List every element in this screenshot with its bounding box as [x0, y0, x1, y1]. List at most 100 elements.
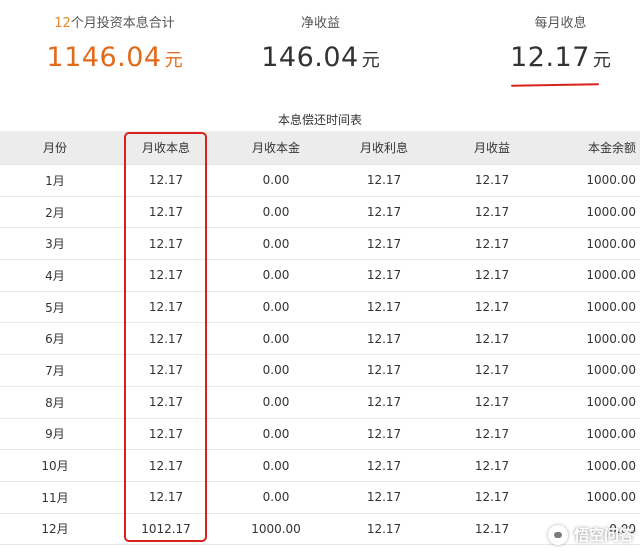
cell-principal: 0.00 [222, 386, 330, 419]
cell-month: 11月 [0, 481, 110, 514]
cell-month: 5月 [0, 291, 110, 324]
cell-income: 12.17 [438, 291, 546, 324]
table-row: 11月 12.17 0.00 12.17 12.17 1000.00 [0, 481, 640, 514]
cell-income: 12.17 [438, 449, 546, 482]
net-income-amount: 146.04 [261, 42, 359, 73]
cell-interest: 12.17 [330, 291, 438, 324]
cell-income: 12.17 [438, 354, 546, 387]
cell-month: 7月 [0, 354, 110, 387]
speech-bubble-icon [547, 524, 568, 545]
cell-principal: 0.00 [222, 164, 330, 197]
total-unit: 元 [164, 50, 183, 71]
net-income-summary: 净收益 146.04 元 [248, 14, 393, 73]
cell-interest: 12.17 [330, 196, 438, 229]
cell-income: 12.17 [438, 481, 546, 514]
cell-month: 1月 [0, 164, 110, 197]
cell-balance: 1000.00 [546, 449, 640, 482]
net-income-label: 净收益 [300, 16, 340, 31]
annotation-underline [510, 83, 600, 87]
cell-interest: 12.17 [330, 449, 438, 482]
monthly-interest-label: 每月收息 [534, 16, 587, 31]
total-label-months: 12 [54, 16, 71, 31]
cell-balance: 1000.00 [546, 164, 640, 197]
cell-principal: 0.00 [222, 354, 330, 387]
annotation-highlight-box [124, 132, 207, 542]
header-monthly-income: 月收益 [438, 131, 546, 165]
cell-income: 12.17 [438, 196, 546, 229]
table-row: 1月 12.17 0.00 12.17 12.17 1000.00 [0, 164, 640, 197]
cell-principal: 0.00 [222, 291, 330, 324]
cell-interest: 12.17 [330, 386, 438, 419]
cell-balance: 1000.00 [546, 386, 640, 419]
table-row: 5月 12.17 0.00 12.17 12.17 1000.00 [0, 291, 640, 324]
table-row: 10月 12.17 0.00 12.17 12.17 1000.00 [0, 449, 640, 482]
net-income-value: 146.04 元 [248, 42, 393, 73]
cell-income: 12.17 [438, 386, 546, 419]
cell-interest: 12.17 [330, 164, 438, 197]
table-header-row: 月份 月收本息 月收本金 月收利息 月收益 本金余额 [0, 131, 640, 165]
cell-interest: 12.17 [330, 513, 438, 546]
cell-balance: 1000.00 [546, 291, 640, 324]
schedule-title: 本息偿还时间表 [277, 113, 362, 127]
cell-principal: 1000.00 [222, 513, 330, 546]
cell-month: 9月 [0, 418, 110, 451]
cell-principal: 0.00 [222, 196, 330, 229]
table-row: 9月 12.17 0.00 12.17 12.17 1000.00 [0, 418, 640, 451]
header-monthly-interest: 月收利息 [330, 131, 438, 165]
cell-principal: 0.00 [222, 259, 330, 292]
header-principal-balance: 本金余额 [546, 131, 640, 165]
cell-income: 12.17 [438, 513, 546, 546]
table-row: 12月 1012.17 1000.00 12.17 12.17 0.00 [0, 513, 640, 546]
watermark-text: 悟空问答 [573, 526, 634, 544]
table-row: 2月 12.17 0.00 12.17 12.17 1000.00 [0, 196, 640, 229]
cell-principal: 0.00 [222, 481, 330, 514]
cell-month: 2月 [0, 196, 110, 229]
watermark: 悟空问答 [547, 524, 634, 545]
cell-interest: 12.17 [330, 322, 438, 356]
cell-income: 12.17 [438, 418, 546, 451]
cell-month: 8月 [0, 386, 110, 419]
summary-panel: 12个月投资本息合计 1146.04 元 净收益 146.04 元 每月收息 12.… [0, 0, 640, 108]
cell-month: 6月 [0, 322, 110, 356]
cell-interest: 12.17 [330, 418, 438, 451]
cell-income: 12.17 [438, 259, 546, 292]
cell-balance: 1000.00 [546, 259, 640, 292]
table-row: 3月 12.17 0.00 12.17 12.17 1000.00 [0, 227, 640, 261]
net-income-unit: 元 [361, 50, 380, 71]
cell-interest: 12.17 [330, 354, 438, 387]
cell-principal: 0.00 [222, 418, 330, 451]
cell-income: 12.17 [438, 322, 546, 356]
total-label: 12个月投资本息合计 [42, 14, 187, 34]
monthly-interest-value: 12.17 元 [488, 42, 633, 73]
cell-income: 12.17 [438, 227, 546, 261]
header-month: 月份 [0, 131, 110, 165]
cell-interest: 12.17 [330, 481, 438, 514]
total-value: 1146.04 元 [42, 42, 187, 73]
table-row: 4月 12.17 0.00 12.17 12.17 1000.00 [0, 259, 640, 292]
total-label-text: 个月投资本息合计 [70, 16, 175, 31]
cell-balance: 1000.00 [546, 418, 640, 451]
cell-income: 12.17 [438, 164, 546, 197]
cell-interest: 12.17 [330, 259, 438, 292]
cell-principal: 0.00 [222, 322, 330, 356]
cell-month: 4月 [0, 259, 110, 292]
cell-principal: 0.00 [222, 449, 330, 482]
monthly-interest-amount: 12.17 [510, 42, 590, 73]
repayment-schedule-table: 月份 月收本息 月收本金 月收利息 月收益 本金余额 1月 12.17 0.00 12… [0, 131, 640, 546]
cell-month: 12月 [0, 513, 110, 546]
monthly-interest-unit: 元 [592, 50, 611, 71]
table-row: 8月 12.17 0.00 12.17 12.17 1000.00 [0, 386, 640, 419]
header-monthly-principal: 月收本金 [222, 131, 330, 165]
cell-balance: 1000.00 [546, 227, 640, 261]
table-row: 6月 12.17 0.00 12.17 12.17 1000.00 [0, 322, 640, 356]
cell-balance: 1000.00 [546, 481, 640, 514]
total-summary: 12个月投资本息合计 1146.04 元 [42, 14, 187, 73]
table-row: 7月 12.17 0.00 12.17 12.17 1000.00 [0, 354, 640, 387]
cell-balance: 1000.00 [546, 354, 640, 387]
monthly-interest-summary: 每月收息 12.17 元 [488, 14, 633, 73]
cell-month: 3月 [0, 227, 110, 261]
cell-month: 10月 [0, 449, 110, 482]
cell-interest: 12.17 [330, 227, 438, 261]
cell-principal: 0.00 [222, 227, 330, 261]
cell-balance: 1000.00 [546, 196, 640, 229]
